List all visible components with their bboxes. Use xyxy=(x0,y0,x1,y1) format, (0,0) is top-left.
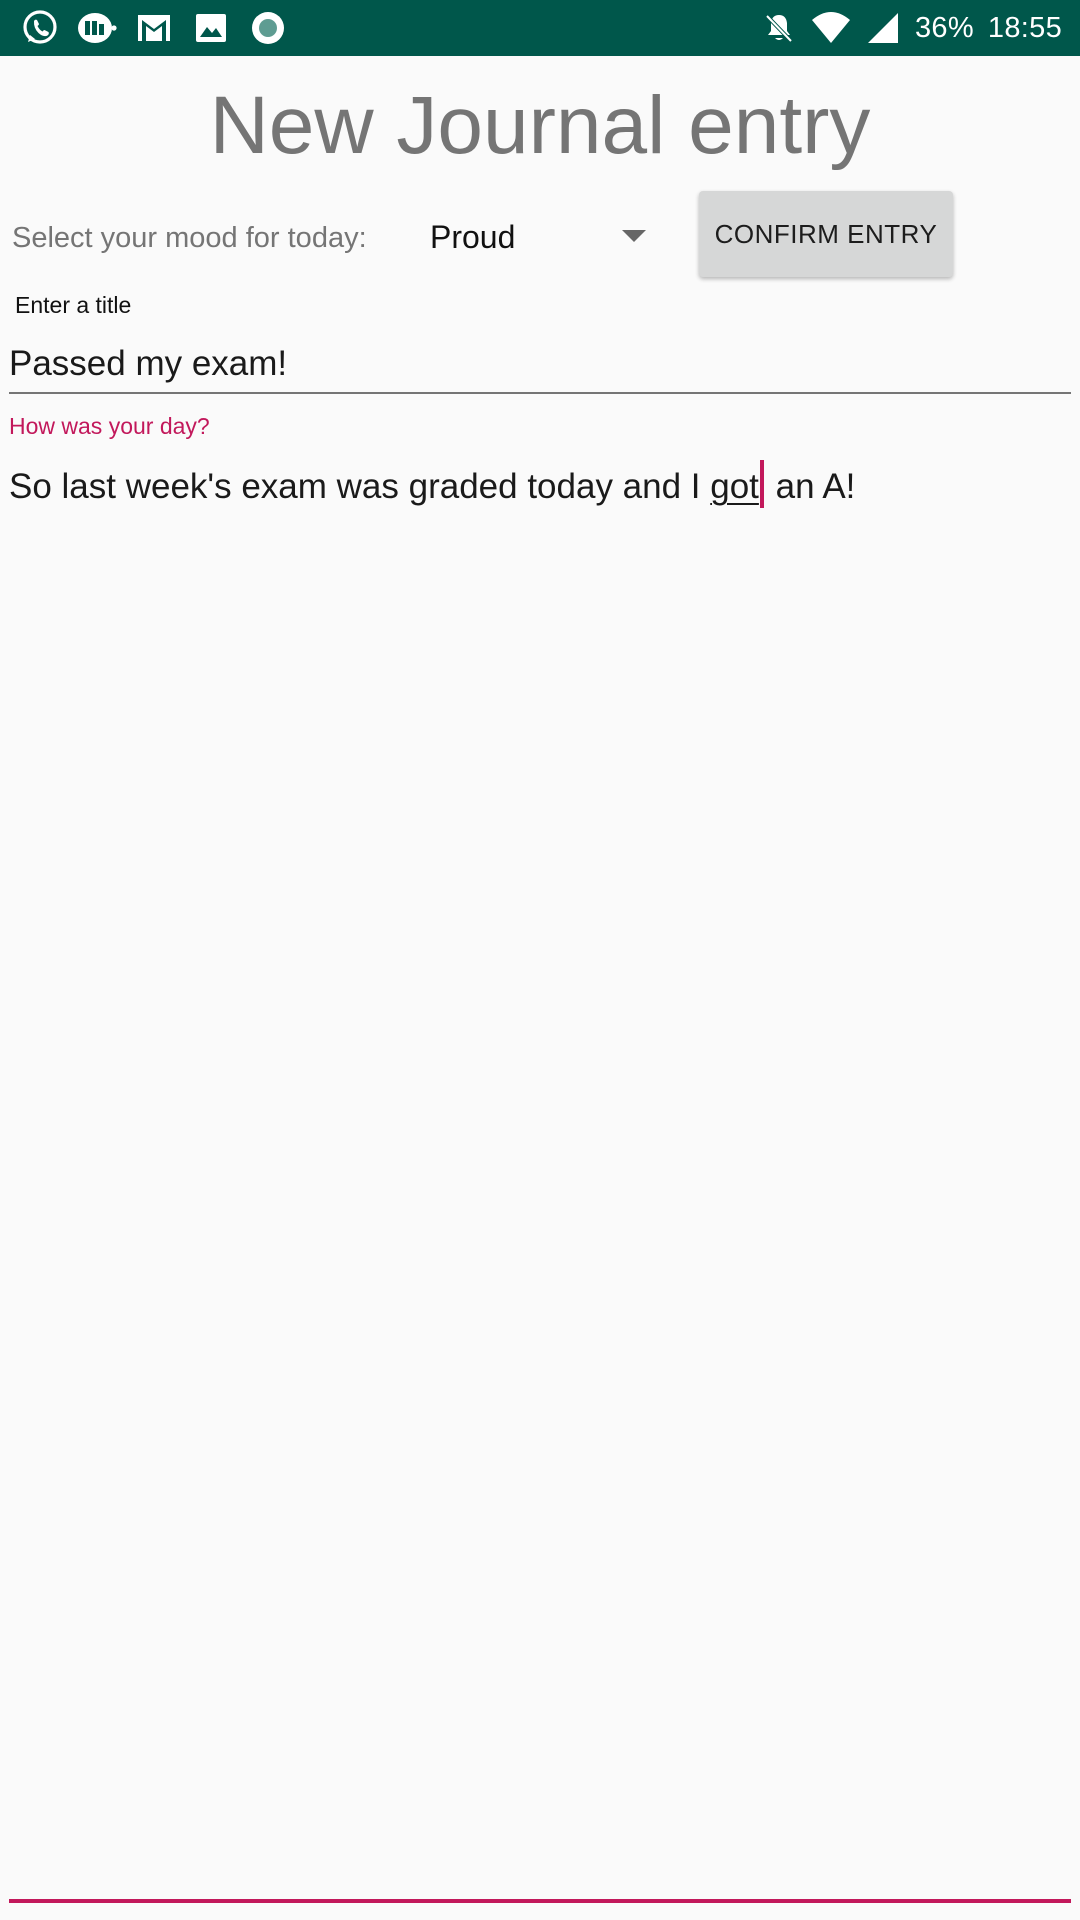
wifi-icon xyxy=(811,12,850,43)
title-input[interactable] xyxy=(9,336,1071,394)
dropdown-arrow-icon xyxy=(622,230,646,242)
day-text-input[interactable]: So last week's exam was graded today and… xyxy=(9,460,855,511)
mood-label: Select your mood for today: xyxy=(12,222,367,254)
composing-word: got xyxy=(710,467,759,506)
text-cursor xyxy=(759,460,764,508)
day-field-underline xyxy=(9,1899,1071,1903)
nfc-pay-icon xyxy=(78,13,117,43)
whatsapp-icon xyxy=(23,10,57,44)
gallery-icon xyxy=(196,14,226,42)
status-notification-icons xyxy=(20,8,288,48)
title-field-label: Enter a title xyxy=(15,292,132,318)
mood-selected-value: Proud xyxy=(430,218,516,255)
cell-signal-icon xyxy=(867,13,898,43)
status-system-icons: 36% 18:55 xyxy=(761,0,1062,56)
mood-dropdown[interactable]: Proud xyxy=(412,206,662,268)
day-field-label: How was your day? xyxy=(9,413,210,439)
day-text-before: So last week's exam was graded today and… xyxy=(9,467,711,506)
battery-percentage: 36% xyxy=(914,11,974,44)
day-text-after: an A! xyxy=(765,467,856,506)
page-title: New Journal entry xyxy=(209,80,871,171)
status-bar: 36% 18:55 xyxy=(0,0,1080,56)
notifications-off-icon xyxy=(765,14,793,43)
confirm-entry-button[interactable]: CONFIRM ENTRY xyxy=(699,191,953,277)
camera-record-icon xyxy=(252,12,284,44)
clock-time: 18:55 xyxy=(987,11,1062,44)
gmail-icon xyxy=(138,15,170,41)
